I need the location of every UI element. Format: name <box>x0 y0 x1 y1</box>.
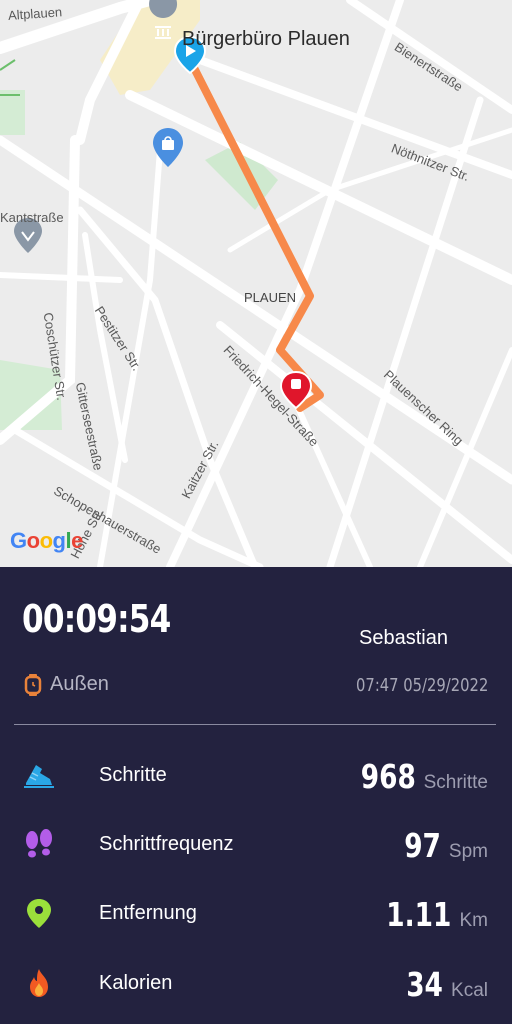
stat-row-calories: Kalorien 34 Kcal <box>0 963 512 1004</box>
stat-value: 97 <box>404 826 441 865</box>
stat-value: 1.11 <box>386 895 452 934</box>
workout-location: Außen <box>24 673 109 696</box>
flame-icon <box>30 969 48 997</box>
stat-unit: Km <box>459 910 489 931</box>
poi-label-buergerbuero[interactable]: Bürgerbüro Plauen <box>182 28 350 51</box>
map-canvas <box>0 0 512 567</box>
workout-datetime: 07:47 05/29/2022 <box>355 675 488 696</box>
route-map[interactable]: Bürgerbüro Plauen PLAUEN Altplauen Biene… <box>0 0 512 567</box>
stat-label: Schrittfrequenz <box>99 833 234 855</box>
stat-unit: Kcal <box>451 980 488 1001</box>
stat-value: 968 <box>360 757 416 796</box>
workout-duration: 00:09:54 <box>22 597 171 641</box>
user-name: Sebastian <box>359 627 448 649</box>
stat-value: 34 <box>406 965 444 1004</box>
stat-unit: Schritte <box>423 772 488 793</box>
stat-row-steps: Schritte 968 Schritte <box>0 755 512 796</box>
footprints-icon <box>26 829 52 858</box>
street-label: Kantstraße <box>0 210 64 225</box>
stat-row-cadence: Schrittfrequenz 97 Spm <box>0 824 512 865</box>
stat-label: Entfernung <box>99 902 197 924</box>
district-label: PLAUEN <box>244 290 297 305</box>
location-pin-icon <box>27 899 51 928</box>
stat-label: Schritte <box>99 764 167 786</box>
google-logo: Google <box>10 528 83 553</box>
watch-icon <box>24 673 42 696</box>
location-label: Außen <box>50 673 109 695</box>
stat-label: Kalorien <box>99 972 173 994</box>
stat-row-distance: Entfernung 1.11 Km <box>0 893 512 934</box>
shoe-icon <box>24 765 54 788</box>
workout-summary-panel: 00:09:54 Sebastian Außen 07:47 05/29/202… <box>0 567 512 1024</box>
stat-unit: Spm <box>448 841 488 862</box>
divider <box>14 724 496 725</box>
